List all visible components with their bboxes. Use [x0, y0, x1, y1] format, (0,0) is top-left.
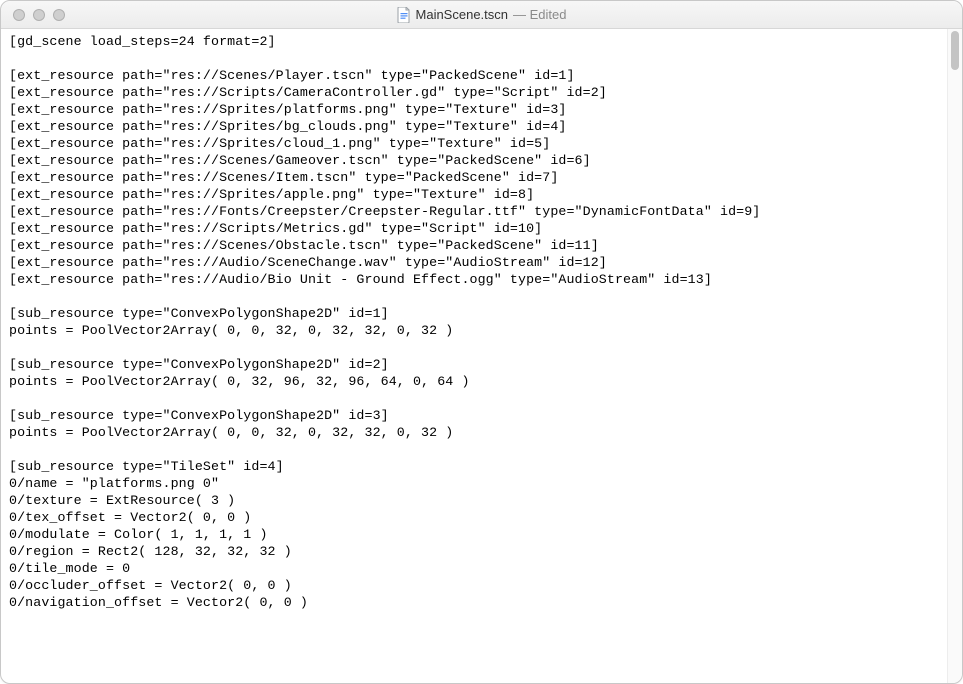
vertical-scrollbar-track[interactable] [947, 29, 962, 683]
window-controls [1, 9, 65, 21]
zoom-button[interactable] [53, 9, 65, 21]
editor-window: MainScene.tscn — Edited [gd_scene load_s… [0, 0, 963, 684]
titlebar-edited-suffix: — Edited [513, 7, 566, 22]
text-editor-body[interactable]: [gd_scene load_steps=24 format=2] [ext_r… [1, 29, 947, 683]
titlebar-filename: MainScene.tscn [416, 7, 509, 22]
document-icon [397, 7, 411, 23]
minimize-button[interactable] [33, 9, 45, 21]
window-title: MainScene.tscn — Edited [397, 7, 567, 23]
window-titlebar[interactable]: MainScene.tscn — Edited [1, 1, 962, 29]
vertical-scrollbar-thumb[interactable] [951, 31, 959, 70]
close-button[interactable] [13, 9, 25, 21]
content-area: [gd_scene load_steps=24 format=2] [ext_r… [1, 29, 962, 683]
file-content[interactable]: [gd_scene load_steps=24 format=2] [ext_r… [9, 33, 939, 611]
